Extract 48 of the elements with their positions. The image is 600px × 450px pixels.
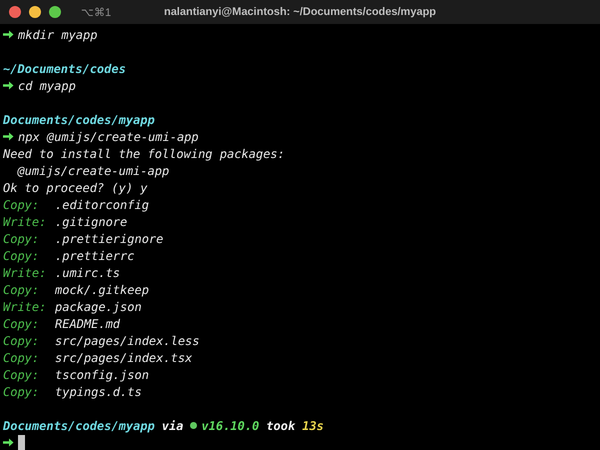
file-path: .umirc.ts [55, 266, 120, 280]
file-action: Write: [3, 300, 48, 314]
directory-path: ~/Documents/codes [3, 62, 126, 76]
file-action: Write: [3, 266, 48, 280]
file-path: .gitignore [55, 214, 128, 228]
file-action: Copy: [3, 350, 40, 364]
prompt-arrow-icon [3, 81, 14, 90]
zoom-button[interactable] [49, 6, 61, 18]
file-path: .prettierignore [55, 232, 164, 246]
file-action: Copy: [3, 282, 40, 296]
file-path: typings.d.ts [55, 384, 142, 398]
file-path: .editorconfig [55, 198, 149, 212]
file-path: src/pages/index.tsx [55, 350, 192, 364]
file-action: Write: [3, 214, 48, 228]
directory-path: Documents/codes/myapp [3, 418, 155, 432]
output-text: @umijs/create-umi-app [16, 164, 170, 178]
directory-path: Documents/codes/myapp [3, 112, 155, 126]
file-action: Copy: [3, 248, 40, 262]
command-text: npx @umijs/create-umi-app [18, 130, 199, 144]
file-action: Copy: [3, 198, 40, 212]
node-version: v16.10.0 [201, 418, 260, 432]
cursor [18, 435, 25, 450]
took-text: took [266, 418, 296, 432]
file-path: src/pages/index.less [55, 334, 200, 348]
file-path: package.json [55, 300, 142, 314]
output-text: Ok to proceed? (y) y [3, 180, 148, 194]
file-path: README.md [55, 316, 120, 330]
file-action: Copy: [3, 384, 40, 398]
output-text: Need to install the following packages: [3, 146, 285, 160]
prompt-arrow-icon [3, 438, 14, 447]
command-text: mkdir myapp [18, 28, 98, 42]
file-action: Copy: [3, 368, 40, 382]
dot-icon [190, 422, 198, 429]
prompt-arrow-icon [3, 132, 14, 141]
close-button[interactable] [9, 6, 21, 18]
window-title: nalantianyi@Macintosh: ~/Documents/codes/myapp [164, 6, 436, 18]
tab-shortcut: ⌥⌘1 [81, 6, 112, 18]
file-action: Copy: [3, 334, 40, 348]
file-path: .prettierrc [55, 248, 134, 262]
duration-text: 13s [302, 418, 324, 432]
file-action: Copy: [3, 232, 40, 246]
minimize-button[interactable] [29, 6, 41, 18]
file-action: Copy: [3, 316, 40, 330]
via-text: via [162, 418, 184, 432]
file-path: tsconfig.json [55, 368, 149, 382]
command-text: cd myapp [18, 78, 76, 92]
prompt-arrow-icon [3, 30, 14, 39]
file-path: mock/.gitkeep [55, 282, 149, 296]
